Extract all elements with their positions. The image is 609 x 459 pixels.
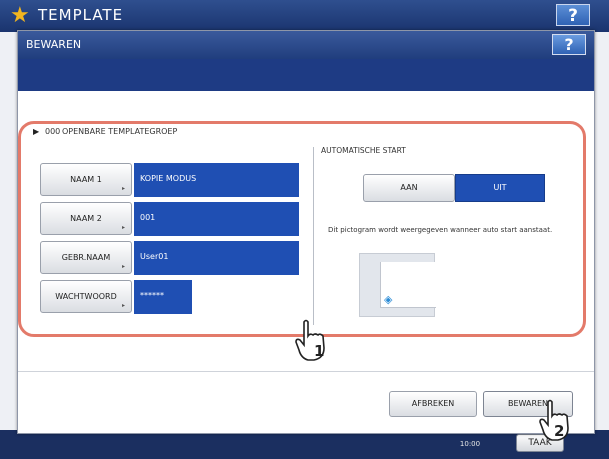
callout-number-2: 2 (554, 422, 564, 440)
callout-number-1: 1 (314, 342, 324, 360)
dialog-help-button[interactable]: ? (552, 34, 586, 55)
template-help-button[interactable]: ? (556, 4, 590, 26)
template-window-title: TEMPLATE (38, 6, 124, 24)
highlight-frame (18, 121, 586, 337)
pointing-hand-icon: 1 (292, 318, 332, 362)
pointing-hand-icon: 2 (536, 398, 576, 442)
save-dialog: BEWAREN ? ▶ 000 OPENBARE TEMPLATEGROEP N… (17, 30, 595, 434)
cancel-button[interactable]: AFBREKEN (389, 391, 477, 417)
dialog-header-band (18, 59, 594, 91)
dialog-title: BEWAREN (26, 38, 82, 51)
star-icon: ★ (10, 3, 30, 28)
dialog-title-bar (18, 31, 594, 59)
clock-text: 10:00 (459, 440, 481, 448)
footer-separator (18, 371, 594, 372)
